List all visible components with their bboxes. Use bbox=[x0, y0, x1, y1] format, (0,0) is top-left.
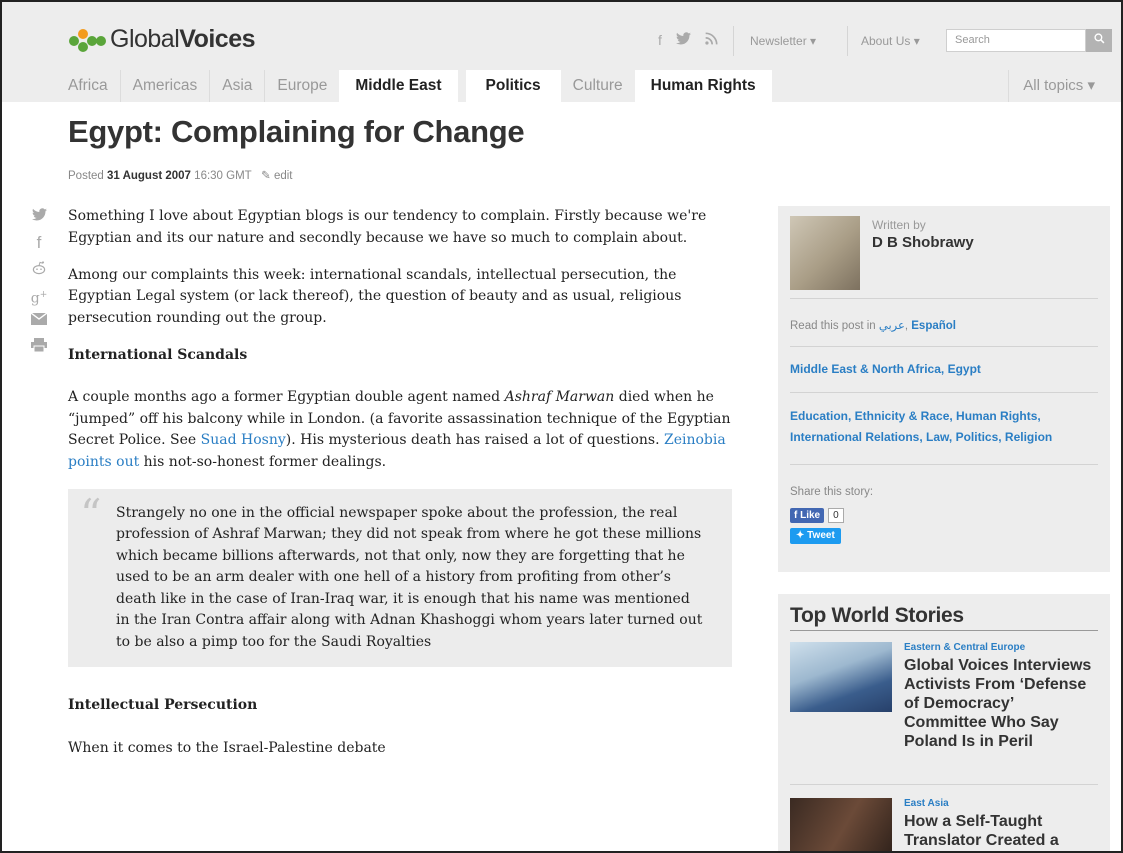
facebook-icon[interactable]: f bbox=[658, 32, 662, 48]
suad-hosny-link[interactable]: Suad Hosny bbox=[201, 432, 286, 448]
email-icon[interactable] bbox=[30, 312, 48, 330]
avatar[interactable] bbox=[790, 216, 860, 290]
tweet-label: Tweet bbox=[807, 530, 835, 541]
twitter-icon[interactable] bbox=[31, 208, 47, 226]
edit-link[interactable]: edit bbox=[274, 170, 293, 182]
story-thumbnail[interactable] bbox=[790, 642, 892, 712]
google-plus-icon[interactable]: g+ bbox=[31, 286, 48, 307]
facebook-icon[interactable]: f bbox=[37, 234, 42, 252]
divider bbox=[790, 464, 1098, 465]
person-name: Ashraf Marwan bbox=[504, 389, 615, 405]
text-run: his not-so-honest former dealings. bbox=[139, 453, 387, 470]
quote-text: Strangely no one in the official newspap… bbox=[116, 504, 703, 650]
tab-culture[interactable]: Culture bbox=[561, 70, 635, 102]
translations-line: Read this post in عربي, Español bbox=[790, 318, 956, 332]
paragraph: Something I love about Egyptian blogs is… bbox=[68, 208, 707, 246]
divider bbox=[847, 26, 848, 56]
share-label: Share this story: bbox=[790, 486, 874, 498]
like-button[interactable]: f Like bbox=[790, 508, 825, 523]
spanish-link[interactable]: Español bbox=[911, 320, 956, 332]
site-header: Global Voices f Newsletter ▾ About Us ▾ S… bbox=[2, 2, 1121, 102]
read-in-label: Read this post in bbox=[790, 320, 879, 332]
topic-nav: Africa Americas Asia Europe Middle East … bbox=[68, 70, 772, 102]
tab-human-rights[interactable]: Human Rights bbox=[634, 70, 772, 102]
twitter-icon[interactable] bbox=[675, 32, 691, 48]
logo-text-light: Global bbox=[110, 24, 180, 53]
story-category[interactable]: East Asia bbox=[904, 798, 949, 809]
top-stories-heading: Top World Stories bbox=[790, 604, 1098, 631]
tweet-button[interactable]: ✦ Tweet bbox=[790, 528, 841, 544]
divider bbox=[790, 298, 1098, 299]
posted-label: Posted bbox=[68, 170, 104, 182]
article-body: Something I love about Egyptian blogs is… bbox=[68, 206, 738, 775]
twitter-icon: ✦ bbox=[796, 530, 808, 541]
post-meta: Posted 31 August 2007 16:30 GMT ✎ edit bbox=[68, 168, 292, 182]
divider bbox=[733, 26, 734, 56]
quote-mark-icon: “ bbox=[80, 489, 102, 539]
divider bbox=[790, 784, 1098, 785]
arabic-link[interactable]: عربي bbox=[879, 320, 905, 332]
author-name[interactable]: D B Shobrawy bbox=[872, 234, 974, 251]
post-time: 16:30 GMT bbox=[194, 170, 252, 182]
tab-middle-east[interactable]: Middle East bbox=[339, 70, 458, 102]
share-column: f g+ bbox=[26, 208, 52, 356]
section-heading: International Scandals bbox=[68, 346, 248, 363]
tab-americas[interactable]: Americas bbox=[121, 70, 211, 102]
story-title[interactable]: How a Self-Taught Translator Created a bbox=[904, 812, 1100, 850]
reddit-icon[interactable] bbox=[31, 260, 47, 278]
search-input[interactable]: Search bbox=[946, 29, 1086, 52]
written-by-label: Written by bbox=[872, 218, 926, 232]
story-thumbnail[interactable] bbox=[790, 798, 892, 851]
tab-politics[interactable]: Politics bbox=[465, 70, 561, 102]
text-run: ). His mysterious death has raised a lot… bbox=[285, 432, 664, 448]
site-logo[interactable]: Global Voices bbox=[68, 24, 256, 54]
newsletter-menu[interactable]: Newsletter ▾ bbox=[750, 34, 816, 48]
topic-links[interactable]: Education, Ethnicity & Race, Human Right… bbox=[790, 406, 1102, 448]
paragraph: A couple months ago a former Egyptian do… bbox=[68, 387, 738, 473]
logo-mark-icon bbox=[69, 29, 106, 52]
post-date: 31 August 2007 bbox=[107, 170, 191, 182]
region-links[interactable]: Middle East & North Africa, Egypt bbox=[790, 359, 1102, 380]
blockquote: “ Strangely no one in the official newsp… bbox=[68, 488, 732, 667]
like-label: Like bbox=[800, 510, 821, 521]
section-heading: Intellectual Persecution bbox=[68, 697, 258, 713]
article-title: Egypt: Complaining for Change bbox=[68, 114, 525, 149]
text-run: A couple months ago a former Egyptian do… bbox=[68, 389, 505, 405]
tab-africa[interactable]: Africa bbox=[68, 70, 121, 102]
paragraph: When it comes to the Israel-Palestine de… bbox=[68, 739, 386, 756]
paragraph: Among our complaints this week: internat… bbox=[68, 266, 682, 326]
page-frame: Global Voices f Newsletter ▾ About Us ▾ S… bbox=[0, 0, 1123, 853]
header-social: f bbox=[658, 32, 718, 48]
logo-text-bold: Voices bbox=[179, 24, 256, 53]
tab-europe[interactable]: Europe bbox=[265, 70, 339, 102]
rss-icon[interactable] bbox=[705, 32, 718, 48]
story-category[interactable]: Eastern & Central Europe bbox=[904, 642, 1025, 653]
facebook-like-widget: f Like 0 bbox=[790, 508, 844, 523]
divider bbox=[790, 392, 1098, 393]
story-title[interactable]: Global Voices Interviews Activists From … bbox=[904, 656, 1100, 751]
like-count: 0 bbox=[828, 508, 844, 523]
top-stories: Top World Stories Eastern & Central Euro… bbox=[778, 594, 1110, 851]
search-icon[interactable] bbox=[1086, 29, 1112, 52]
tab-asia[interactable]: Asia bbox=[210, 70, 266, 102]
print-icon[interactable] bbox=[31, 338, 47, 356]
all-topics-menu[interactable]: All topics ▾ bbox=[1008, 70, 1095, 102]
divider bbox=[790, 346, 1098, 347]
author-box: Written by D B Shobrawy Read this post i… bbox=[778, 206, 1110, 572]
about-menu[interactable]: About Us ▾ bbox=[861, 34, 920, 48]
edit-icon[interactable]: ✎ bbox=[261, 170, 271, 182]
